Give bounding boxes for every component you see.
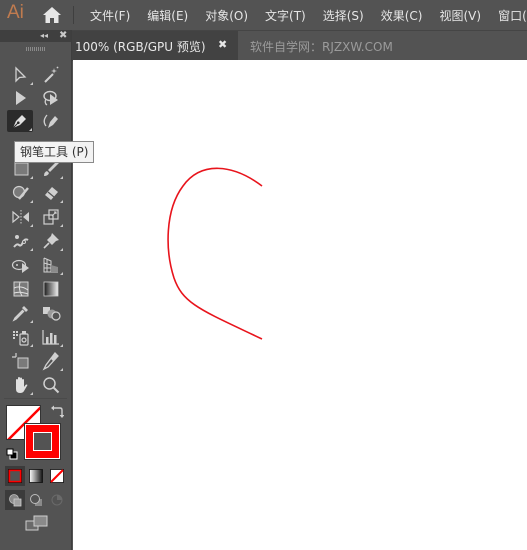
perspective-grid-icon	[43, 257, 58, 273]
document-tab-bar: 100% (RGB/GPU 预览) ✖ 软件自学网：RJZXW.COM	[72, 30, 527, 61]
reflect-icon	[12, 210, 29, 224]
gradient-icon	[43, 281, 59, 297]
slice-knife-icon	[42, 352, 59, 371]
slice-tool[interactable]	[38, 350, 64, 372]
screen-mode-icon[interactable]	[25, 514, 49, 532]
default-fill-stroke-icon[interactable]	[6, 445, 18, 460]
pin-icon	[43, 233, 59, 249]
toolbox: ◂◂ ✖	[0, 30, 72, 550]
menu-type[interactable]: 文字(T)	[265, 7, 306, 24]
color-button[interactable]	[5, 466, 25, 486]
blend-icon	[43, 307, 61, 321]
shaper-tool[interactable]	[8, 182, 34, 204]
none-button[interactable]	[47, 466, 67, 486]
shape-builder-icon	[11, 259, 29, 273]
lasso-tool[interactable]	[38, 87, 64, 109]
close-tab-icon[interactable]: ✖	[218, 38, 227, 51]
menu-items: 文件(F) 编辑(E) 对象(O) 文字(T) 选择(S) 效果(C) 视图(V…	[90, 0, 527, 30]
menu-view[interactable]: 视图(V)	[439, 7, 481, 24]
magic-wand-tool[interactable]	[38, 64, 64, 86]
stroke-swatch[interactable]	[24, 423, 61, 460]
mesh-icon	[13, 281, 29, 297]
hand-tool[interactable]	[8, 374, 34, 396]
watermark-tab-label: 软件自学网：RJZXW.COM	[250, 40, 393, 54]
eraser-tool[interactable]	[38, 182, 64, 204]
stroke-swatch-inner	[33, 432, 52, 451]
blend-tool[interactable]	[38, 302, 64, 324]
magnifier-icon	[43, 377, 60, 394]
swap-fill-stroke-icon[interactable]	[50, 404, 65, 418]
curvature-tool[interactable]	[38, 110, 64, 132]
gradient-tool[interactable]	[38, 278, 64, 300]
toolbox-header[interactable]: ◂◂ ✖	[0, 30, 71, 42]
app-logo: Ai	[7, 2, 24, 23]
collapse-icon[interactable]: ◂◂	[40, 31, 48, 41]
toolbox-divider	[4, 398, 67, 399]
magic-wand-icon	[44, 66, 59, 83]
pin-tool[interactable]	[38, 230, 64, 252]
direct-selection-tool[interactable]	[8, 64, 34, 86]
draw-inside-button[interactable]	[47, 490, 67, 510]
menu-window[interactable]: 窗口(W)	[498, 7, 527, 24]
column-graph-icon	[42, 330, 59, 345]
menu-bar: Ai 文件(F) 编辑(E) 对象(O) 文字(T) 选择(S) 效果(C) 视…	[0, 0, 527, 30]
menu-object[interactable]: 对象(O)	[205, 7, 248, 24]
puppet-warp-icon	[13, 235, 29, 248]
symbol-sprayer-tool[interactable]	[8, 326, 34, 348]
draw-normal-button[interactable]	[5, 490, 25, 510]
draw-mode-row	[5, 490, 67, 510]
document-tab-active[interactable]: 100% (RGB/GPU 预览) ✖	[72, 31, 238, 61]
column-graph-tool[interactable]	[38, 326, 64, 348]
eraser-icon	[45, 187, 58, 200]
menu-file[interactable]: 文件(F)	[90, 7, 130, 24]
scale-tool[interactable]	[38, 206, 64, 228]
zoom-tool[interactable]	[38, 374, 64, 396]
mesh-tool[interactable]	[8, 278, 34, 300]
document-tab-label: 100% (RGB/GPU 预览)	[75, 40, 206, 54]
canvas-drawing	[167, 167, 263, 340]
reflect-tool[interactable]	[8, 206, 34, 228]
color-mode-row	[5, 466, 67, 486]
hand-icon	[16, 377, 28, 393]
eyedropper-tool[interactable]	[8, 302, 34, 324]
draw-behind-button[interactable]	[26, 490, 46, 510]
pen-tool[interactable]	[7, 110, 33, 132]
artboard-canvas[interactable]	[73, 60, 527, 550]
close-icon[interactable]: ✖	[59, 30, 67, 42]
scale-icon	[43, 209, 59, 225]
drag-handle[interactable]	[26, 47, 46, 51]
lasso-icon	[43, 90, 58, 106]
direct-selection-icon	[15, 66, 27, 83]
menu-select[interactable]: 选择(S)	[323, 7, 364, 24]
artboard-icon	[12, 353, 29, 369]
symbol-sprayer-icon	[13, 331, 29, 346]
half-heart-path[interactable]	[167, 167, 263, 340]
selection-tool[interactable]	[8, 87, 34, 109]
perspective-grid-tool[interactable]	[38, 254, 64, 276]
pen-tool-tooltip: 钢笔工具 (P)	[14, 141, 95, 163]
menu-edit[interactable]: 编辑(E)	[147, 7, 188, 24]
pen-icon	[12, 115, 26, 129]
shape-builder-tool[interactable]	[8, 254, 34, 276]
shaper-icon	[12, 185, 29, 200]
selection-arrow-icon	[16, 91, 26, 105]
artboard-tool[interactable]	[8, 350, 34, 372]
menu-divider	[73, 6, 74, 24]
puppet-warp-tool[interactable]	[8, 230, 34, 252]
home-icon[interactable]	[42, 6, 62, 24]
menu-effect[interactable]: 效果(C)	[381, 7, 423, 24]
eyedropper-icon	[12, 306, 28, 322]
curvature-pen-icon	[43, 114, 58, 128]
gradient-button[interactable]	[26, 466, 46, 486]
